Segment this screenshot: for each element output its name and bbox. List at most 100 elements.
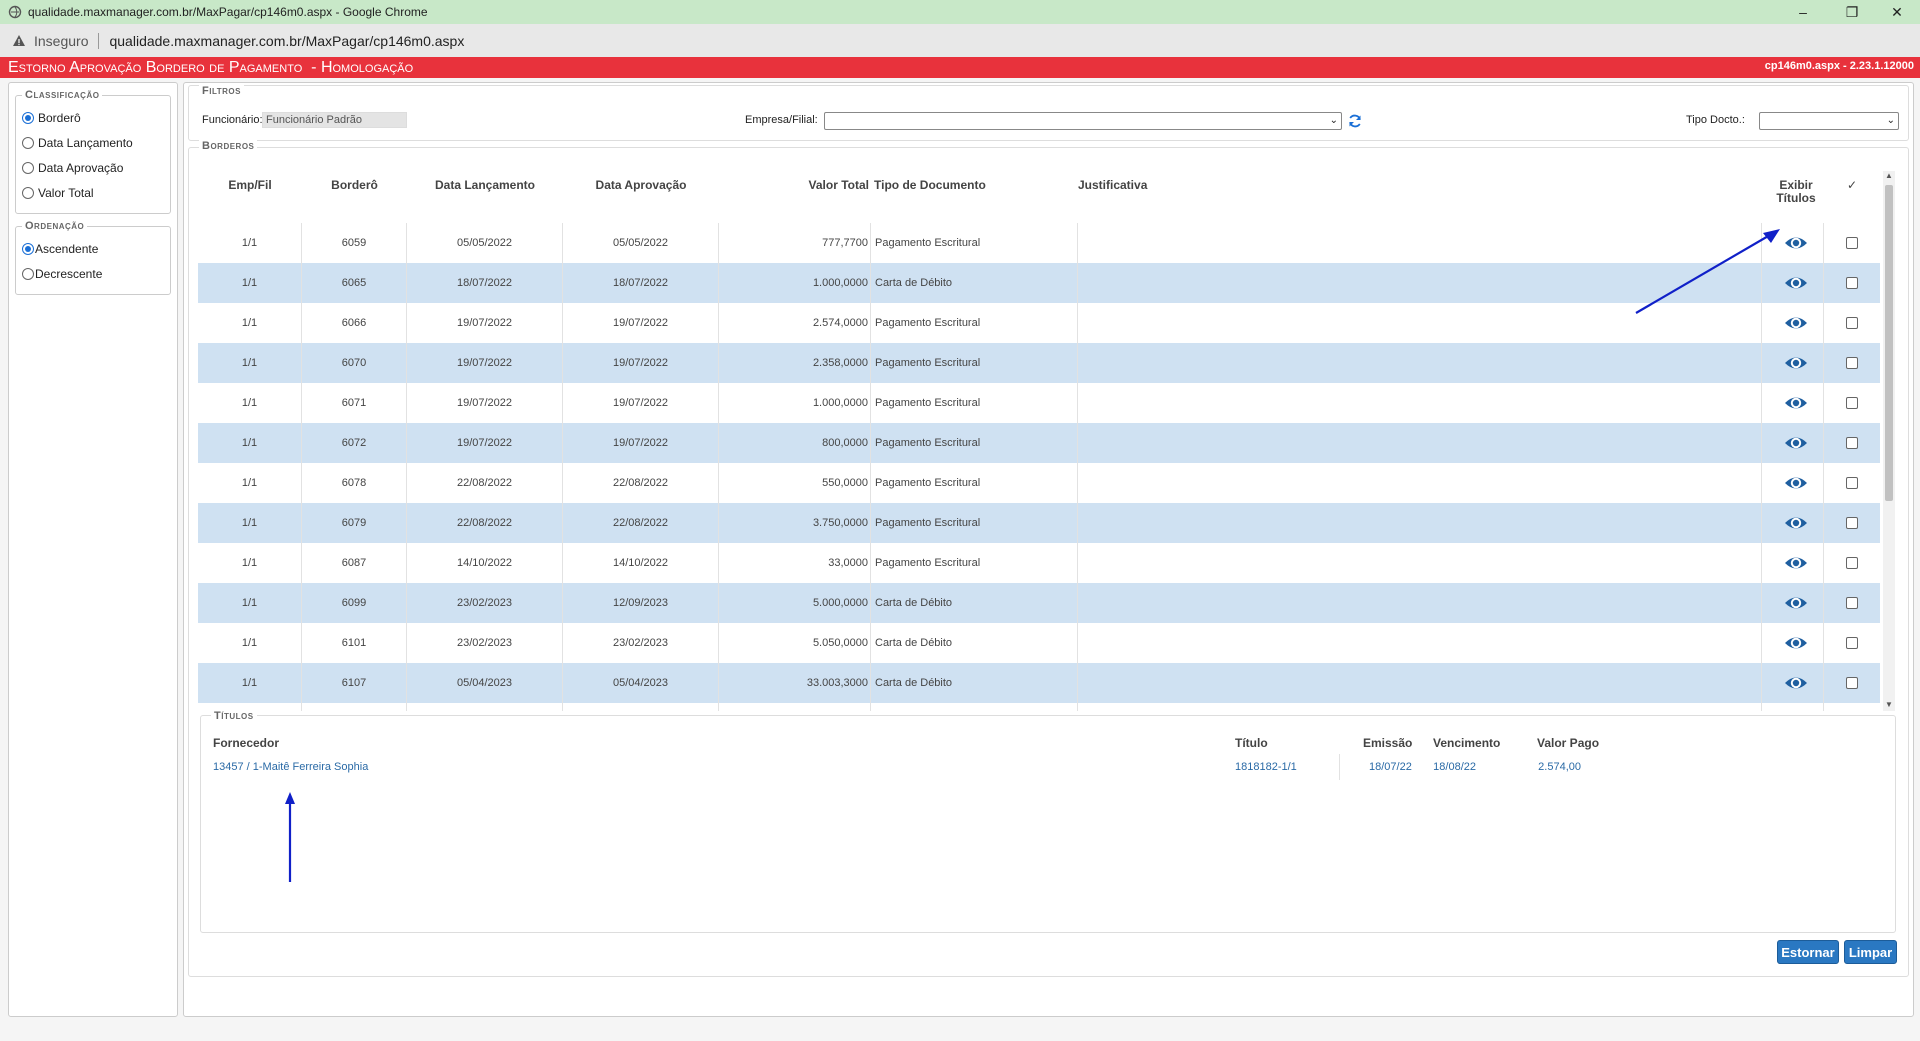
col-tipo-documento[interactable]: Tipo de Documento: [874, 179, 1074, 192]
col-valor-total[interactable]: Valor Total: [719, 179, 871, 192]
cell-valor-total: 3.750,0000: [719, 503, 871, 543]
window-title: qualidade.maxmanager.com.br/MaxPagar/cp1…: [28, 5, 428, 19]
table-row[interactable]: 1/1 6071 19/07/2022 19/07/2022 1.000,0000 Pag…: [198, 383, 1880, 423]
table-row[interactable]: 1/1 6059 05/05/2022 05/05/2022 777,7700 Pagam…: [198, 223, 1880, 263]
cell-tipo-documento: Pagamento Escritural: [874, 383, 1078, 423]
row-checkbox[interactable]: [1846, 397, 1858, 409]
cell-data-lancamento: 18/07/2022: [407, 263, 563, 303]
table-row[interactable]: 1/1 6066 19/07/2022 19/07/2022 2.574,0000 Pag…: [198, 303, 1880, 343]
eye-icon[interactable]: [1784, 432, 1808, 454]
col-data-aprovacao[interactable]: Data Aprovação: [563, 179, 719, 192]
table-row[interactable]: 1/1 6107 05/04/2023 05/04/2023 33.003,3000 Ca…: [198, 663, 1880, 703]
scroll-down-icon[interactable]: ▼: [1885, 700, 1893, 709]
url-text[interactable]: qualidade.maxmanager.com.br/MaxPagar/cp1…: [109, 33, 464, 49]
eye-icon[interactable]: [1784, 392, 1808, 414]
restore-button[interactable]: ❐: [1829, 0, 1875, 24]
grid-scrollbar[interactable]: ▲ ▼: [1883, 171, 1895, 711]
eye-icon[interactable]: [1784, 592, 1808, 614]
chevron-down-icon: ⌄: [1329, 115, 1338, 126]
order-option-ascendente[interactable]: Ascendente: [22, 236, 164, 261]
table-row[interactable]: 1/1 6065 18/07/2022 18/07/2022 1.000,0000 Car…: [198, 263, 1880, 303]
cell-valor-total: 2.574,0000: [719, 303, 871, 343]
scroll-thumb[interactable]: [1885, 185, 1893, 501]
table-row[interactable]: 1/1 6079 22/08/2022 22/08/2022 3.750,0000 Pag…: [198, 503, 1880, 543]
address-bar[interactable]: Inseguro qualidade.maxmanager.com.br/Max…: [0, 24, 1920, 57]
cell-emp-fil: 1/1: [198, 223, 302, 263]
eye-icon[interactable]: [1784, 632, 1808, 654]
radio-valor-total[interactable]: [22, 186, 34, 199]
scroll-up-icon[interactable]: ▲: [1885, 171, 1893, 180]
row-checkbox[interactable]: [1846, 517, 1858, 529]
row-checkbox[interactable]: [1846, 357, 1858, 369]
col-emp-fil[interactable]: Emp/Fil: [198, 179, 302, 192]
cell-emp-fil: 1/1: [198, 263, 302, 303]
sort-option-bordero[interactable]: Borderô: [22, 105, 164, 130]
empresa-select[interactable]: ⌄: [824, 112, 1342, 130]
order-option-label: Ascendente: [35, 241, 99, 256]
row-checkbox[interactable]: [1846, 277, 1858, 289]
col-exibir-titulos[interactable]: Exibir Títulos: [1768, 179, 1824, 205]
cell-exibir-titulos: [1762, 703, 1824, 711]
cell-bordero: 6066: [302, 303, 407, 343]
row-checkbox[interactable]: [1846, 237, 1858, 249]
cell-data-lancamento: 19/07/2022: [407, 423, 563, 463]
row-checkbox[interactable]: [1846, 477, 1858, 489]
col-justificativa[interactable]: Justificativa: [1078, 179, 1178, 192]
col-data-lancamento[interactable]: Data Lançamento: [407, 179, 563, 192]
table-row[interactable]: 1/1 6101 23/02/2023 23/02/2023 5.050,0000 Car…: [198, 623, 1880, 663]
funcionario-field[interactable]: Funcionário Padrão: [262, 112, 407, 128]
sort-option-data-lancamento[interactable]: Data Lançamento: [22, 130, 164, 155]
eye-icon[interactable]: [1784, 472, 1808, 494]
eye-icon[interactable]: [1784, 672, 1808, 694]
cell-tipo-documento: Carta de Débito: [874, 663, 1078, 703]
row-checkbox[interactable]: [1846, 677, 1858, 689]
eye-icon[interactable]: [1784, 352, 1808, 374]
radio-data-aprovacao[interactable]: [22, 161, 34, 174]
row-checkbox[interactable]: [1846, 437, 1858, 449]
cell-data-aprovacao: 18/07/2022: [563, 263, 719, 303]
cell-data-aprovacao: 12/09/2023: [563, 583, 719, 623]
eye-icon[interactable]: [1784, 552, 1808, 574]
row-checkbox[interactable]: [1846, 557, 1858, 569]
table-row[interactable]: 1/1 6072 19/07/2022 19/07/2022 800,0000 Pagam…: [198, 423, 1880, 463]
row-checkbox[interactable]: [1846, 317, 1858, 329]
tipo-docto-select[interactable]: ⌄: [1759, 112, 1899, 130]
radio-ascendente[interactable]: [22, 242, 34, 255]
order-option-decrescente[interactable]: Decrescente: [22, 261, 164, 286]
limpar-button[interactable]: Limpar: [1844, 940, 1897, 964]
minimize-button[interactable]: –: [1780, 0, 1826, 24]
titulos-section: Títulos Fornecedor Título Emissão Vencim…: [200, 710, 1896, 933]
radio-bordero[interactable]: [22, 111, 34, 124]
row-checkbox[interactable]: [1846, 597, 1858, 609]
app-header: Estorno Aprovação Bordero de Pagamento -…: [0, 57, 1920, 78]
titulo-row[interactable]: 13457 / 1-Maitê Ferreira Sophia 1818182-…: [209, 754, 1889, 780]
table-row[interactable]: 1/1610805/04/202305/04/20233.303,3000Car…: [198, 703, 1880, 711]
col-select-all[interactable]: ✓: [1832, 179, 1872, 192]
sort-option-label: Valor Total: [38, 185, 94, 200]
chevron-down-icon: ⌄: [1886, 115, 1895, 126]
radio-data-lancamento[interactable]: [22, 136, 34, 149]
row-checkbox[interactable]: [1846, 637, 1858, 649]
cell-valor-total: 3.303,3000: [719, 703, 871, 711]
cell-valor-total: 1.000,0000: [719, 383, 871, 423]
table-row[interactable]: 1/1 6070 19/07/2022 19/07/2022 2.358,0000 Pag…: [198, 343, 1880, 383]
borderos-legend: Borderos: [199, 140, 258, 152]
cell-bordero: 6079: [302, 503, 407, 543]
eye-icon[interactable]: [1784, 512, 1808, 534]
table-row[interactable]: 1/1 6099 23/02/2023 12/09/2023 5.000,0000 Car…: [198, 583, 1880, 623]
sort-option-data-aprovacao[interactable]: Data Aprovação: [22, 155, 164, 180]
table-row[interactable]: 1/1 6078 22/08/2022 22/08/2022 550,0000 Pagam…: [198, 463, 1880, 503]
cell-bordero: 6071: [302, 383, 407, 423]
main-panel: Filtros Funcionário: Funcionário Padrão …: [183, 82, 1914, 1017]
estornar-button[interactable]: Estornar: [1777, 940, 1839, 964]
sort-option-valor-total[interactable]: Valor Total: [22, 180, 164, 205]
refresh-icon[interactable]: [1347, 113, 1363, 129]
table-row[interactable]: 1/1 6087 14/10/2022 14/10/2022 33,0000 Pagame…: [198, 543, 1880, 583]
cell-data-aprovacao: 14/10/2022: [563, 543, 719, 583]
radio-decrescente[interactable]: [22, 267, 34, 280]
classificacao-group: Classificação Borderô Data Lançamento Da…: [15, 89, 171, 214]
close-window-button[interactable]: ✕: [1874, 0, 1920, 24]
left-panel: Classificação Borderô Data Lançamento Da…: [8, 82, 178, 1017]
col-bordero[interactable]: Borderô: [302, 179, 407, 192]
cell-tipo-documento: Carta de Débito: [874, 623, 1078, 663]
